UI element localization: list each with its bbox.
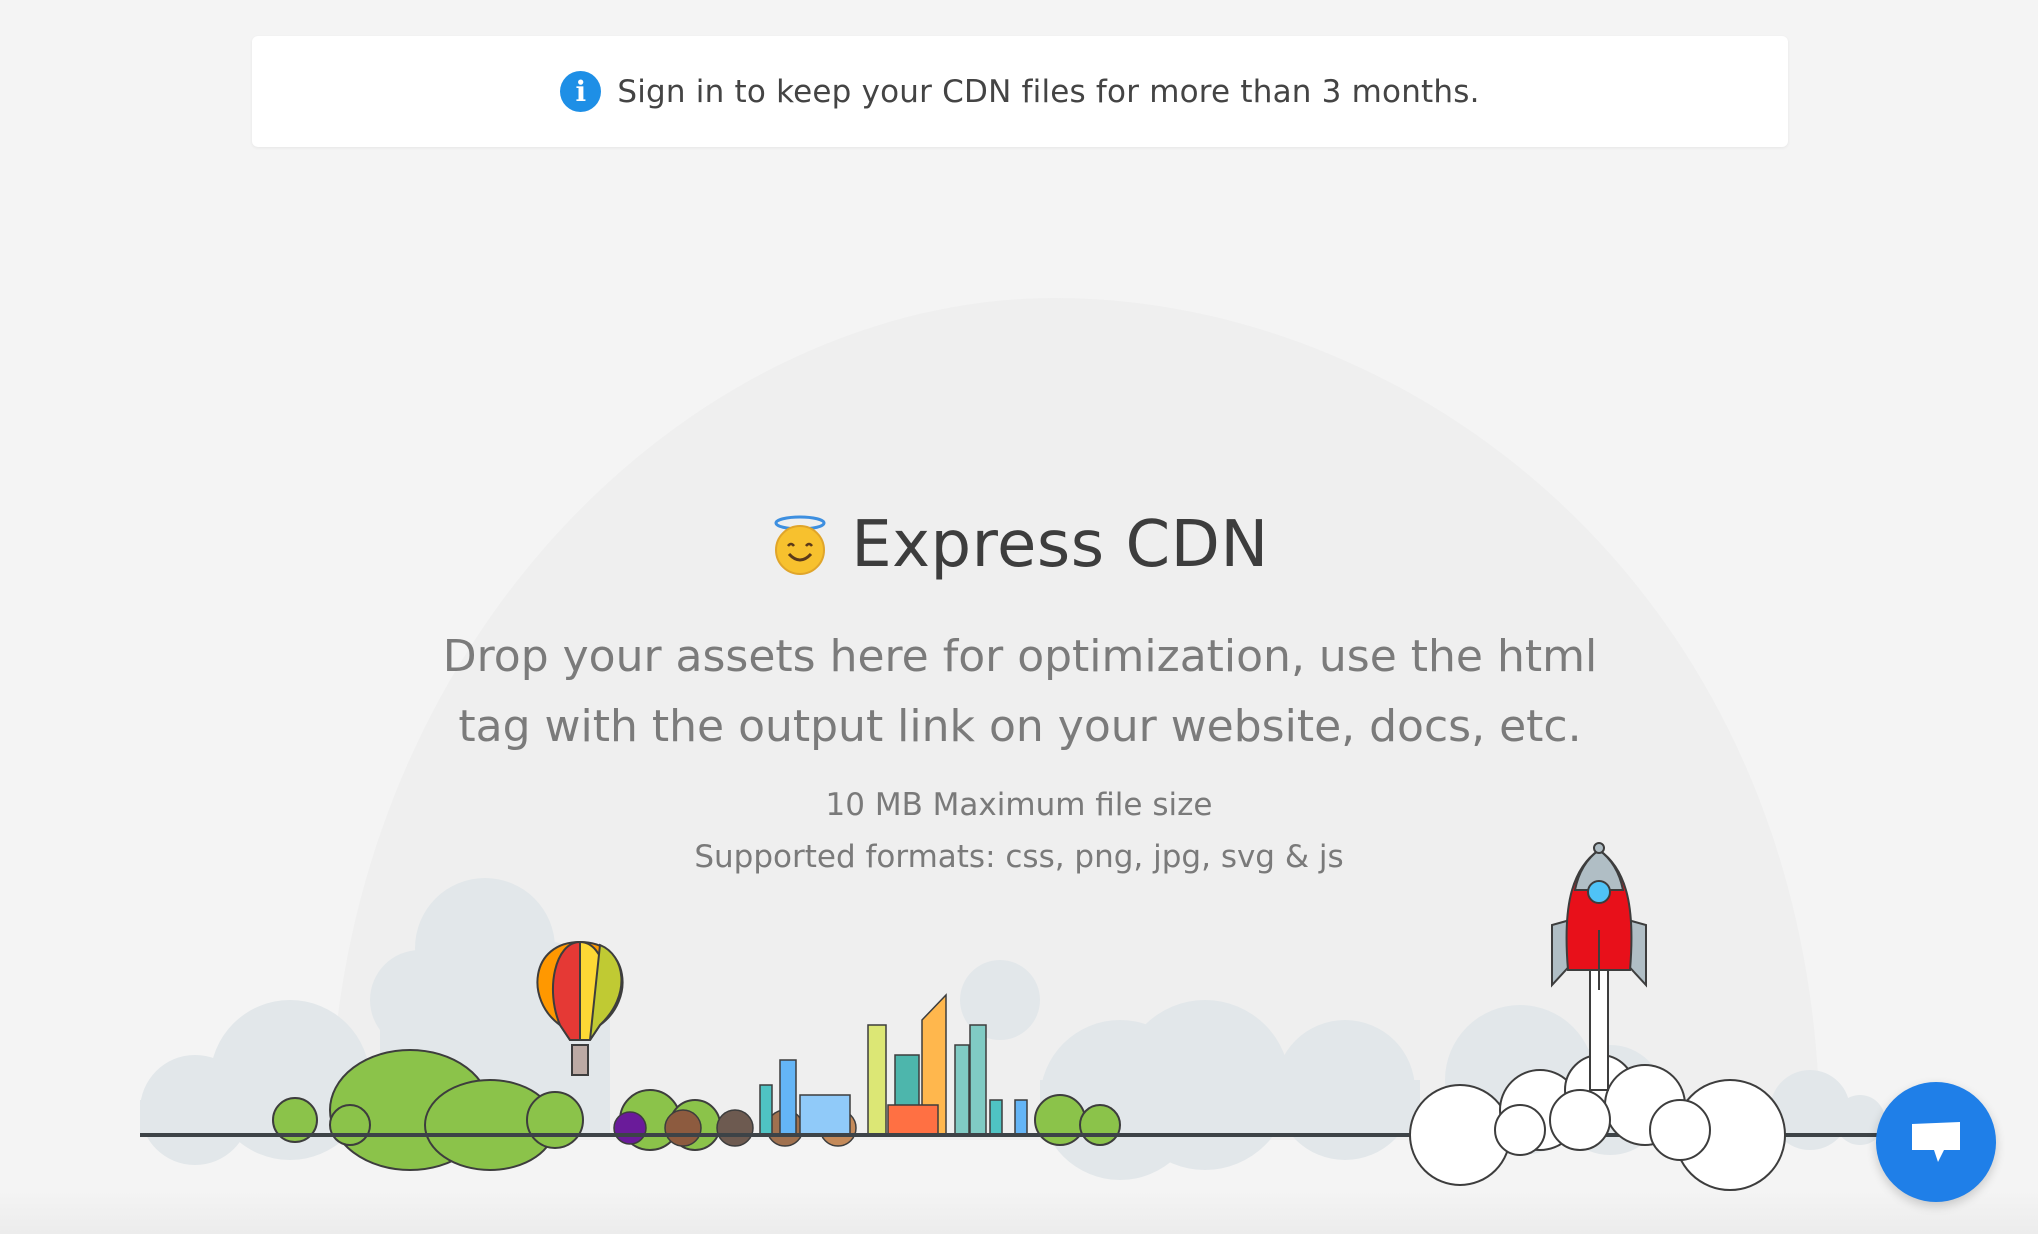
supported-formats: Supported formats: css, png, jpg, svg & … bbox=[694, 839, 1344, 875]
drop-zone[interactable]: Express CDN Drop your assets here for op… bbox=[0, 0, 2038, 1234]
hero-description: Drop your assets here for optimization, … bbox=[442, 631, 1598, 752]
angel-emoji-icon bbox=[774, 515, 826, 575]
hero-title-row: Express CDN bbox=[0, 505, 2038, 585]
chat-button[interactable] bbox=[1876, 1082, 1996, 1202]
chat-bubble-icon bbox=[1912, 1122, 1960, 1162]
page-title: Express CDN bbox=[851, 508, 1269, 582]
max-file-size: 10 MB Maximum file size bbox=[825, 787, 1213, 823]
